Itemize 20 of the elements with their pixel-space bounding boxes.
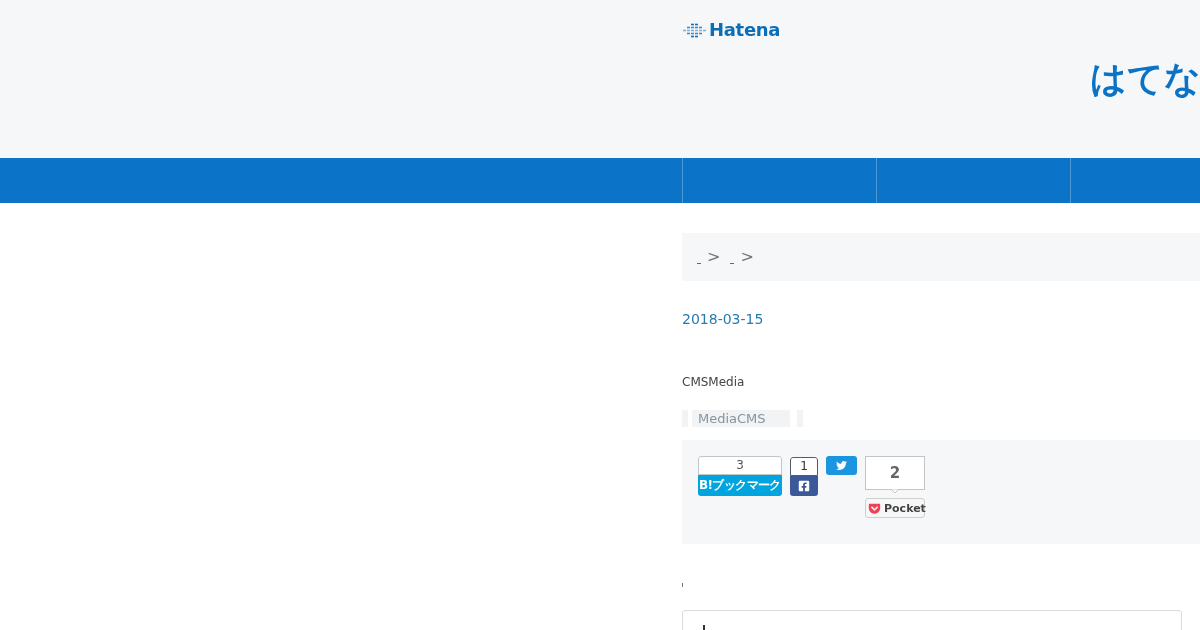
pocket-count: 2 <box>865 456 925 490</box>
twitter-share-button[interactable] <box>826 456 857 475</box>
logo-mark-icon <box>682 22 707 38</box>
callout-pointer-icon <box>891 489 899 493</box>
breadcrumb-separator: > <box>707 247 721 267</box>
breadcrumb-link[interactable] <box>697 262 701 264</box>
bookmark-count: 3 <box>698 456 782 475</box>
breadcrumb-link[interactable] <box>730 262 735 264</box>
bird-icon <box>835 460 848 471</box>
tick-mark <box>682 583 683 587</box>
breadcrumb-separator: > <box>740 247 754 267</box>
entry-category: CMSMedia <box>682 374 745 390</box>
share-count: 1 <box>790 457 818 476</box>
pocket-icon <box>868 501 881 515</box>
facebook-icon <box>798 480 810 492</box>
pocket-button[interactable]: Pocket <box>865 498 925 518</box>
tag-link[interactable]: MediaCMS <box>692 410 790 427</box>
blog-title[interactable]: はてな <box>1090 61 1200 97</box>
hatena-logo[interactable]: Hatena <box>682 19 781 41</box>
entry-date[interactable]: 2018-03-15 <box>682 309 764 329</box>
